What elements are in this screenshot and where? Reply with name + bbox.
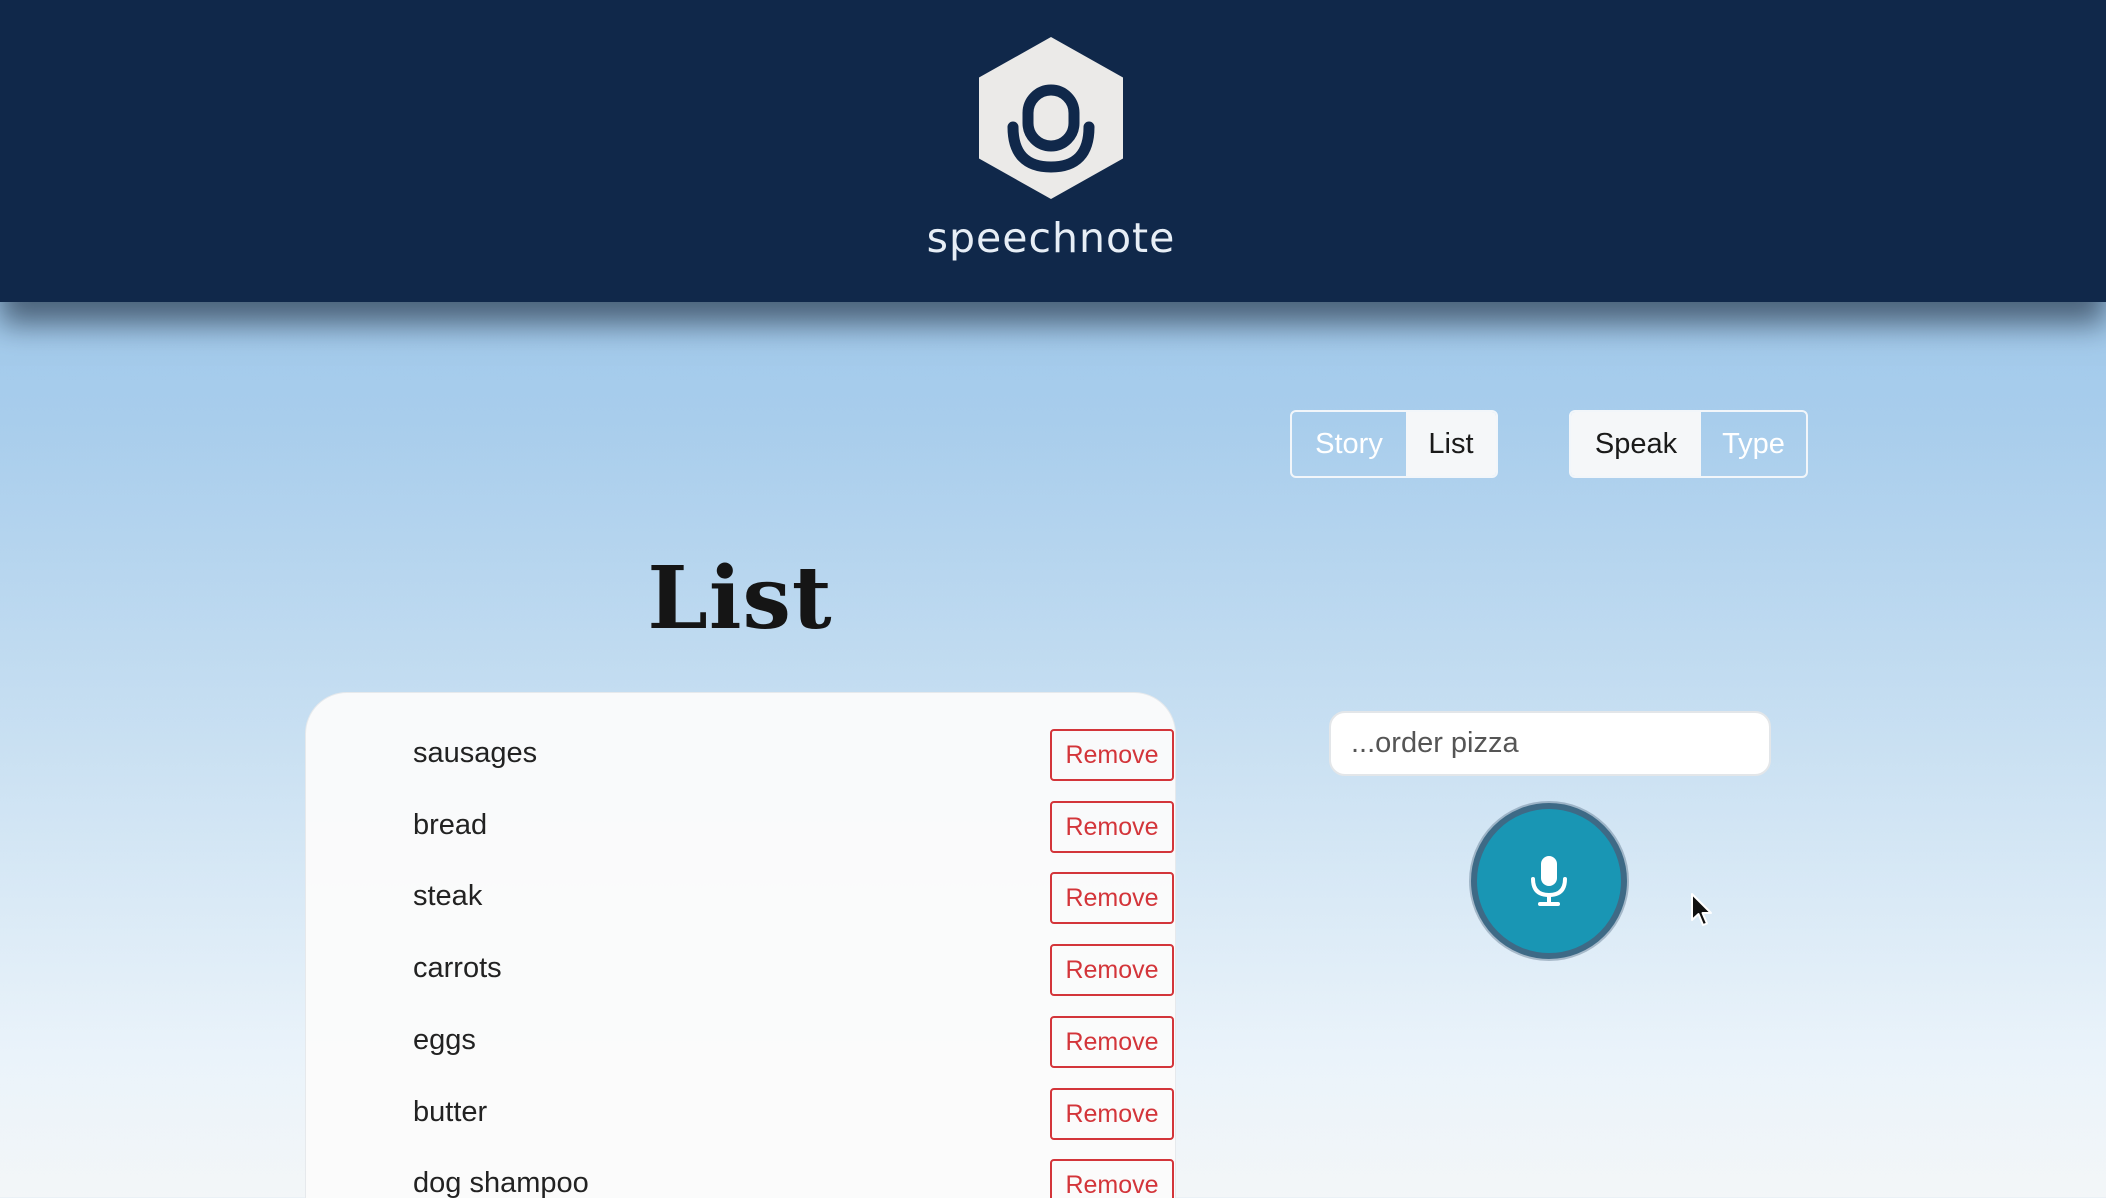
app-name: speechnote [926,214,1176,262]
list-item: carrots Remove [413,944,1174,996]
list-item-label: carrots [413,952,502,984]
type-button[interactable]: Type [1701,412,1806,476]
mode-toggle: Story List [1290,410,1498,478]
list-item-label: sausages [413,737,538,769]
speechnote-logo-icon [979,37,1123,199]
remove-button[interactable]: Remove [1050,872,1174,924]
list-card: sausages Remove bread Remove steak Remov… [305,692,1176,1198]
list-item: dog shampoo Remove [413,1159,1174,1198]
list-item-label: steak [413,880,483,912]
mouse-pointer-icon [1691,893,1712,926]
record-button[interactable] [1471,803,1627,959]
remove-button[interactable]: Remove [1050,1016,1174,1068]
speak-button[interactable]: Speak [1571,412,1701,476]
remove-button[interactable]: Remove [1050,944,1174,996]
list-item: butter Remove [413,1088,1174,1140]
remove-button[interactable]: Remove [1050,801,1174,853]
remove-button[interactable]: Remove [1050,1088,1174,1140]
list-item-label: butter [413,1096,488,1128]
list-item-label: eggs [413,1024,476,1056]
list-item-label: dog shampoo [413,1167,589,1198]
list-item: eggs Remove [413,1016,1174,1068]
list-item: bread Remove [413,801,1174,853]
list-entry-input[interactable] [1329,711,1771,776]
list-item: steak Remove [413,872,1174,924]
story-mode-button[interactable]: Story [1292,412,1406,476]
remove-button[interactable]: Remove [1050,729,1174,781]
list-item: sausages Remove [413,729,1174,781]
page-title: List [647,548,833,649]
microphone-icon [1531,856,1567,906]
list-item-label: bread [413,809,488,841]
list-mode-button[interactable]: List [1406,412,1496,476]
app-header: speechnote [0,0,2106,302]
input-method-toggle: Speak Type [1569,410,1808,478]
remove-button[interactable]: Remove [1050,1159,1174,1198]
